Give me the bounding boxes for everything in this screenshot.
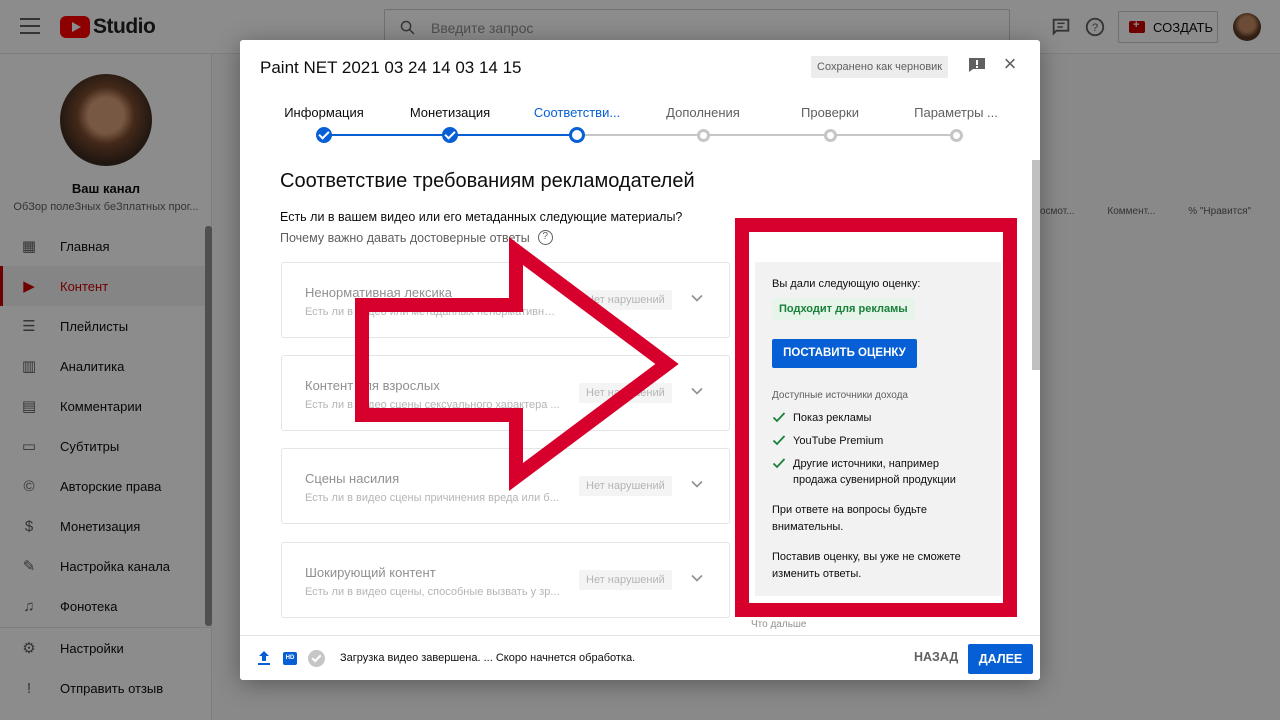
whats-next-link[interactable]: Что дальше — [751, 619, 807, 630]
card-title: Ненормативная лексика — [305, 285, 452, 300]
card-description: Есть ли в видео сцены сексуального харак… — [305, 399, 560, 411]
stepper-line-todo — [577, 134, 957, 136]
why-accurate-link[interactable]: Почему важно давать достоверные ответы ? — [280, 230, 553, 245]
step-monetization[interactable]: Монетизация — [380, 105, 520, 143]
upload-icon[interactable] — [256, 650, 272, 666]
step-label: Дополнения — [666, 105, 740, 120]
card-title: Контент для взрослых — [305, 378, 440, 393]
rating-panel: Вы дали следующую оценку: Подходит для р… — [755, 262, 1001, 596]
step-checks[interactable]: Проверки — [760, 105, 900, 142]
step-label: Проверки — [801, 105, 859, 120]
chevron-down-icon[interactable] — [690, 477, 704, 491]
category-card-violence[interactable]: Сцены насилия Есть ли в видео сцены прич… — [281, 448, 730, 524]
back-button[interactable]: НАЗАД — [914, 650, 958, 664]
final-note: Поставив оценку, вы уже не сможете измен… — [772, 551, 961, 580]
card-title: Сцены насилия — [305, 471, 400, 486]
card-description: Есть ли в видео или метаданных ненормати… — [305, 306, 560, 318]
step-compliance[interactable]: Соответстви... — [507, 105, 647, 143]
attention-note: При ответе на вопросы будьте внимательны… — [772, 504, 927, 533]
dialog-scrollbar[interactable] — [1032, 160, 1040, 370]
step-label: Монетизация — [409, 105, 491, 120]
step-label: Соответстви... — [533, 105, 621, 120]
question-text: Есть ли в вашем видео или его метаданных… — [280, 210, 683, 224]
rating-label: Вы дали следующую оценку: — [772, 278, 921, 290]
step-current-dot-icon — [569, 127, 585, 143]
why-link-text: Почему важно давать достоверные ответы — [280, 230, 530, 245]
category-card-adult[interactable]: Контент для взрослых Есть ли в видео сце… — [281, 355, 730, 431]
checks-complete-icon — [308, 650, 325, 667]
check-icon — [772, 435, 786, 446]
help-icon[interactable]: ? — [537, 230, 553, 245]
revenue-source-item: Другие источники, например продажа сувен… — [772, 456, 977, 488]
hd-icon: HD — [283, 652, 297, 665]
card-title: Шокирующий контент — [305, 565, 436, 580]
step-todo-dot-icon — [950, 129, 963, 142]
dialog-title: Paint NET 2021 03 24 14 03 14 15 — [260, 58, 522, 77]
revenue-source-text: YouTube Premium — [793, 435, 884, 447]
revenue-source-text: Показ рекламы — [793, 412, 872, 424]
close-icon[interactable]: × — [1000, 53, 1020, 75]
stepper: Информация Монетизация Соответстви... До… — [240, 105, 1040, 155]
card-description: Есть ли в видео сцены причинения вреда и… — [305, 492, 559, 504]
revenue-source-item: YouTube Premium — [772, 433, 883, 449]
category-card-profanity[interactable]: Ненормативная лексика Есть ли в видео ил… — [281, 262, 730, 338]
upload-dialog: Paint NET 2021 03 24 14 03 14 15 Сохране… — [240, 40, 1040, 680]
card-description: Есть ли в видео сцены, способные вызвать… — [305, 586, 560, 598]
step-label: Параметры ... — [914, 105, 998, 120]
check-icon — [772, 458, 786, 469]
step-done-check-icon — [442, 127, 458, 143]
step-todo-dot-icon — [824, 129, 837, 142]
chevron-down-icon[interactable] — [690, 291, 704, 305]
upload-status: Загрузка видео завершена. ... Скоро начн… — [340, 652, 636, 664]
status-chip: Нет нарушений — [579, 476, 672, 496]
chevron-down-icon[interactable] — [690, 384, 704, 398]
draft-status-badge: Сохранено как черновик — [811, 56, 949, 78]
dialog-footer: HD Загрузка видео завершена. ... Скоро н… — [240, 635, 1040, 680]
step-todo-dot-icon — [697, 129, 710, 142]
step-visibility[interactable]: Параметры ... — [886, 105, 1026, 142]
revenue-sources-label: Доступные источники дохода — [772, 390, 908, 401]
step-done-check-icon — [316, 127, 332, 143]
status-chip: Нет нарушений — [579, 290, 672, 310]
next-button[interactable]: ДАЛЕЕ — [968, 644, 1033, 674]
revenue-source-item: Показ рекламы — [772, 410, 871, 426]
chevron-down-icon[interactable] — [690, 571, 704, 585]
step-extras[interactable]: Дополнения — [633, 105, 773, 142]
step-info[interactable]: Информация — [254, 105, 394, 143]
submit-rating-button[interactable]: ПОСТАВИТЬ ОЦЕНКУ — [772, 339, 917, 368]
check-icon — [772, 412, 786, 423]
section-title: Соответствие требованиям рекламодателей — [280, 170, 695, 192]
status-chip: Нет нарушений — [579, 570, 672, 590]
step-label: Информация — [284, 105, 364, 120]
category-card-shocking[interactable]: Шокирующий контент Есть ли в видео сцены… — [281, 542, 730, 618]
revenue-source-text: Другие источники, например продажа сувен… — [793, 458, 956, 486]
report-feedback-icon[interactable] — [968, 57, 986, 73]
status-chip: Нет нарушений — [579, 383, 672, 403]
suitable-badge: Подходит для рекламы — [772, 298, 915, 320]
